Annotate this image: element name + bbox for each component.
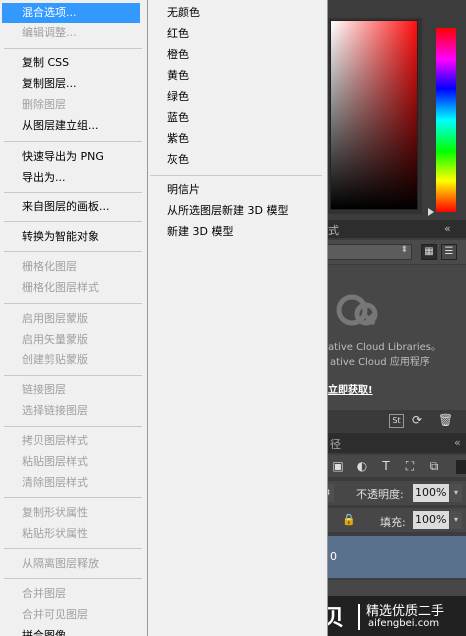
trash-icon[interactable]: 🗑	[438, 413, 453, 427]
hue-slider-handle[interactable]	[428, 208, 434, 216]
menu-item-artboard-from-layers[interactable]: 来自图层的画板...	[2, 197, 140, 217]
layer-name: 0	[330, 550, 337, 563]
submenu-separator	[150, 175, 322, 176]
submenu-item-blue[interactable]: 蓝色	[148, 107, 326, 128]
menu-item-copy-css[interactable]: 复制 CSS	[2, 53, 140, 73]
color-field[interactable]	[330, 20, 418, 210]
opacity-dropdown-icon[interactable]: ▾	[450, 484, 462, 502]
submenu-item-new-3d-from-selected[interactable]: 从所选图层新建 3D 模型	[148, 200, 326, 221]
submenu-item-new-3d-model[interactable]: 新建 3D 模型	[148, 221, 326, 242]
layer-context-menu: 混合选项... 编辑调整... 复制 CSS 复制图层... 删除图层 从图层建…	[0, 0, 148, 636]
menu-item-paste-layer-style[interactable]: 粘贴图层样式	[2, 452, 140, 472]
layer-color-submenu: 无颜色 红色 橙色 黄色 绿色 蓝色 紫色 灰色 明信片 从所选图层新建 3D …	[148, 0, 328, 636]
menu-item-link-layers[interactable]: 链接图层	[2, 380, 140, 400]
menu-item-duplicate-layer[interactable]: 复制图层...	[2, 74, 140, 94]
menu-separator	[4, 192, 142, 193]
menu-separator	[4, 375, 142, 376]
smart-object-filter-icon[interactable]: ⧉	[426, 458, 442, 474]
menu-separator	[4, 548, 142, 549]
menu-item-group-from-layers[interactable]: 从图层建立组...	[2, 116, 140, 136]
adjustment-filter-icon[interactable]: ◐	[354, 458, 370, 474]
sync-icon[interactable]: ⟳	[412, 413, 422, 427]
fill-input[interactable]: 100%	[413, 511, 449, 529]
menu-item-blending-options[interactable]: 混合选项...	[2, 3, 140, 23]
menu-item-select-linked-layers[interactable]: 选择链接图层	[2, 401, 140, 421]
grid-view-icon[interactable]: ▦	[421, 244, 437, 260]
watermark-tagline: 精选优质二手	[366, 604, 445, 619]
opacity-label: 不透明度:	[356, 488, 404, 501]
submenu-item-yellow[interactable]: 黄色	[148, 65, 326, 86]
library-dropdown[interactable]: ⬍	[324, 244, 412, 260]
menu-item-copy-layer-style[interactable]: 拷贝图层样式	[2, 431, 140, 451]
menu-separator	[4, 303, 142, 304]
submenu-item-gray[interactable]: 灰色	[148, 149, 326, 170]
menu-item-rasterize-layer[interactable]: 栅格化图层	[2, 257, 140, 277]
menu-item-merge-layers[interactable]: 合并图层	[2, 584, 140, 604]
menu-item-copy-shape-attributes[interactable]: 复制形状属性	[2, 503, 140, 523]
menu-item-release-from-isolation[interactable]: 从隔离图层释放	[2, 554, 140, 574]
list-view-icon[interactable]: ☰	[441, 244, 457, 260]
hue-slider[interactable]	[436, 28, 456, 212]
panel-collapse-icon[interactable]: «	[444, 222, 451, 235]
stock-icon[interactable]: St	[389, 414, 404, 428]
menu-separator	[4, 48, 142, 49]
shape-filter-icon[interactable]: ⛶	[402, 458, 418, 474]
menu-item-paste-shape-attributes[interactable]: 粘贴形状属性	[2, 524, 140, 544]
menu-item-edit-adjustment[interactable]: 编辑调整...	[2, 23, 140, 43]
filter-toggle[interactable]	[456, 460, 466, 474]
watermark-divider	[358, 604, 360, 630]
submenu-item-no-color[interactable]: 无颜色	[148, 2, 326, 23]
layers-panel-tabbar: 径 «	[320, 433, 466, 453]
submenu-item-postcard[interactable]: 明信片	[148, 179, 326, 200]
menu-item-convert-smart-object[interactable]: 转换为智能对象	[2, 227, 140, 247]
submenu-item-violet[interactable]: 紫色	[148, 128, 326, 149]
menu-separator	[4, 251, 142, 252]
libraries-tab-fragment[interactable]: 式	[328, 222, 339, 238]
watermark-url: aifengbei.com	[368, 618, 440, 629]
menu-item-delete-layer[interactable]: 删除图层	[2, 95, 140, 115]
submenu-item-green[interactable]: 绿色	[148, 86, 326, 107]
menu-item-enable-layer-mask[interactable]: 启用图层蒙版	[2, 309, 140, 329]
menu-item-rasterize-layer-style[interactable]: 栅格化图层样式	[2, 278, 140, 298]
menu-item-clear-layer-style[interactable]: 清除图层样式	[2, 473, 140, 493]
cc-message-line-1: ative Cloud Libraries。	[328, 342, 442, 353]
menu-item-merge-visible[interactable]: 合并可见图层	[2, 605, 140, 625]
menu-separator	[4, 426, 142, 427]
libraries-panel-tabbar: 式 «	[320, 220, 466, 238]
creative-cloud-disconnected-icon	[336, 294, 378, 326]
menu-separator	[4, 221, 142, 222]
fill-label: 填充:	[380, 516, 406, 529]
image-filter-icon[interactable]: ▣	[330, 458, 346, 474]
menu-separator	[4, 578, 142, 579]
submenu-item-red[interactable]: 红色	[148, 23, 326, 44]
type-filter-icon[interactable]: T	[378, 458, 394, 474]
menu-item-flatten-image[interactable]: 拼合图像	[2, 626, 140, 636]
cc-message-line-2: ative Cloud 应用程序	[330, 357, 430, 368]
panel-collapse-icon[interactable]: «	[454, 436, 461, 449]
menu-item-create-clipping-mask[interactable]: 创建剪贴蒙版	[2, 350, 140, 370]
menu-item-quick-export-png[interactable]: 快速导出为 PNG	[2, 147, 140, 167]
menu-item-enable-vector-mask[interactable]: 启用矢量蒙版	[2, 330, 140, 350]
lock-icon[interactable]: 🔒	[342, 514, 356, 526]
selected-layer-row[interactable]: 0	[320, 536, 466, 578]
layers-tab-fragment[interactable]: 径	[330, 436, 341, 452]
chevron-down-icon: ⬍	[400, 245, 408, 255]
menu-separator	[4, 141, 142, 142]
submenu-item-orange[interactable]: 橙色	[148, 44, 326, 65]
opacity-input[interactable]: 100%	[413, 484, 449, 502]
menu-item-export-as[interactable]: 导出为...	[2, 168, 140, 188]
menu-separator	[4, 497, 142, 498]
fill-dropdown-icon[interactable]: ▾	[450, 511, 462, 529]
get-now-link[interactable]: 立即获取!	[328, 381, 373, 396]
